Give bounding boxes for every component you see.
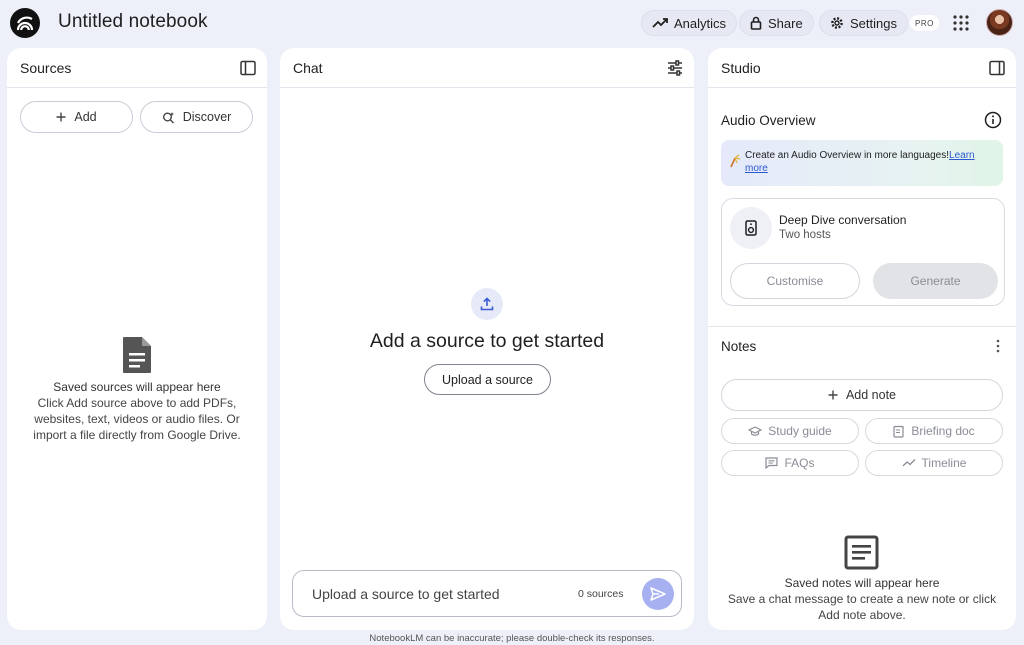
disclaimer-footer: NotebookLM can be inaccurate; please dou… (369, 633, 655, 644)
chat-panel: Chat Add a source to get started Upload … (280, 48, 694, 630)
timeline-button[interactable]: Timeline (865, 450, 1003, 476)
notebooklm-logo-icon[interactable] (10, 8, 40, 38)
generate-button[interactable]: Generate (873, 263, 998, 299)
notes-empty-line: Add note above. (818, 608, 906, 622)
settings-label: Settings (850, 15, 897, 31)
avatar[interactable] (986, 9, 1013, 36)
analytics-label: Analytics (674, 15, 727, 31)
add-source-label: Add (74, 110, 97, 124)
add-note-label: Add note (845, 388, 897, 402)
send-icon (650, 587, 666, 601)
notes-empty-line: Save a chat message to create a new note… (727, 592, 997, 606)
sources-empty-title: Saved sources will appear here (53, 380, 221, 394)
briefing-doc-icon (893, 425, 905, 438)
notes-icon (844, 535, 879, 570)
sources-empty-line: websites, text, videos or audio files. O… (34, 412, 240, 426)
settings-button[interactable]: Settings (819, 10, 908, 36)
faqs-button[interactable]: FAQs (721, 450, 859, 476)
sources-empty-state: Saved sources will appear here Click Add… (7, 379, 267, 443)
faqs-label: FAQs (784, 456, 815, 470)
sparkle-icon (730, 154, 741, 168)
sources-empty-line: import a file directly from Google Drive… (33, 428, 241, 442)
upload-source-button[interactable]: Upload a source (424, 364, 551, 395)
studio-panel: Studio Audio Overview Create an Audio Ov… (708, 48, 1016, 630)
studio-title: Studio (721, 60, 761, 76)
chat-input-placeholder: Upload a source to get started (312, 586, 500, 602)
add-source-button[interactable]: Add (20, 101, 133, 133)
share-button[interactable]: Share (739, 10, 814, 36)
sources-header: Sources (7, 48, 267, 88)
studio-header: Studio (708, 48, 1016, 88)
add-note-button[interactable]: Add note (721, 379, 1003, 411)
discover-search-icon (162, 111, 174, 123)
lock-icon (750, 16, 762, 30)
sources-title: Sources (20, 60, 72, 76)
chat-header: Chat (280, 48, 694, 88)
analytics-button[interactable]: Analytics (641, 10, 738, 36)
notes-empty-title: Saved notes will appear here (784, 576, 940, 590)
plus-icon (828, 390, 838, 400)
study-guide-button[interactable]: Study guide (721, 418, 859, 444)
notes-empty-state: Saved notes will appear here Save a chat… (708, 575, 1016, 623)
faq-chat-icon (765, 457, 779, 469)
deep-dive-title: Deep Dive conversation (779, 213, 907, 227)
speaker-icon (730, 207, 772, 249)
notebook-title[interactable]: Untitled notebook (58, 11, 208, 33)
pro-badge: PRO (910, 15, 939, 31)
notes-title: Notes (721, 339, 757, 354)
upload-icon (480, 297, 494, 311)
section-divider (708, 326, 1016, 327)
gear-icon (831, 17, 843, 29)
chat-empty-headline: Add a source to get started (369, 330, 605, 352)
discover-label: Discover (182, 110, 232, 124)
apps-grid-icon[interactable] (952, 14, 970, 32)
info-icon[interactable] (984, 111, 1002, 129)
customise-button[interactable]: Customise (730, 263, 860, 299)
graduation-cap-icon (748, 425, 763, 436)
promo-text: Create an Audio Overview in more languag… (745, 150, 950, 161)
source-count: 0 sources (578, 588, 624, 600)
plus-icon (56, 112, 66, 122)
sources-empty-line: Click Add source above to add PDFs, (37, 396, 237, 410)
discover-button[interactable]: Discover (140, 101, 253, 133)
document-icon (123, 337, 151, 373)
deep-dive-card: Deep Dive conversation Two hosts Customi… (721, 198, 1005, 306)
audio-languages-text: Create an Audio Overview in more languag… (745, 149, 995, 175)
chat-input[interactable]: Upload a source to get started 0 sources (292, 570, 682, 617)
timeline-label: Timeline (921, 456, 967, 470)
deep-dive-subtitle: Two hosts (779, 229, 831, 241)
briefing-doc-label: Briefing doc (911, 424, 975, 438)
share-label: Share (768, 15, 803, 31)
top-bar: Untitled notebook Analytics Share Settin… (0, 0, 1024, 46)
briefing-doc-button[interactable]: Briefing doc (865, 418, 1003, 444)
upload-source-circle[interactable] (471, 288, 503, 320)
trending-up-icon (652, 18, 668, 28)
audio-languages-banner: Create an Audio Overview in more languag… (721, 140, 1003, 186)
more-vert-icon[interactable] (996, 339, 1000, 353)
sources-panel: Sources Add Discover Saved sources will … (7, 48, 267, 630)
panel-toggle-icon[interactable] (239, 59, 257, 77)
tune-sliders-icon[interactable] (666, 59, 684, 77)
panel-toggle-icon[interactable] (988, 59, 1006, 77)
audio-overview-title: Audio Overview (721, 113, 816, 128)
timeline-icon (902, 459, 916, 467)
send-button[interactable] (642, 578, 674, 610)
upload-source-label: Upload a source (441, 372, 534, 387)
study-guide-label: Study guide (768, 424, 832, 438)
chat-title: Chat (293, 60, 323, 76)
